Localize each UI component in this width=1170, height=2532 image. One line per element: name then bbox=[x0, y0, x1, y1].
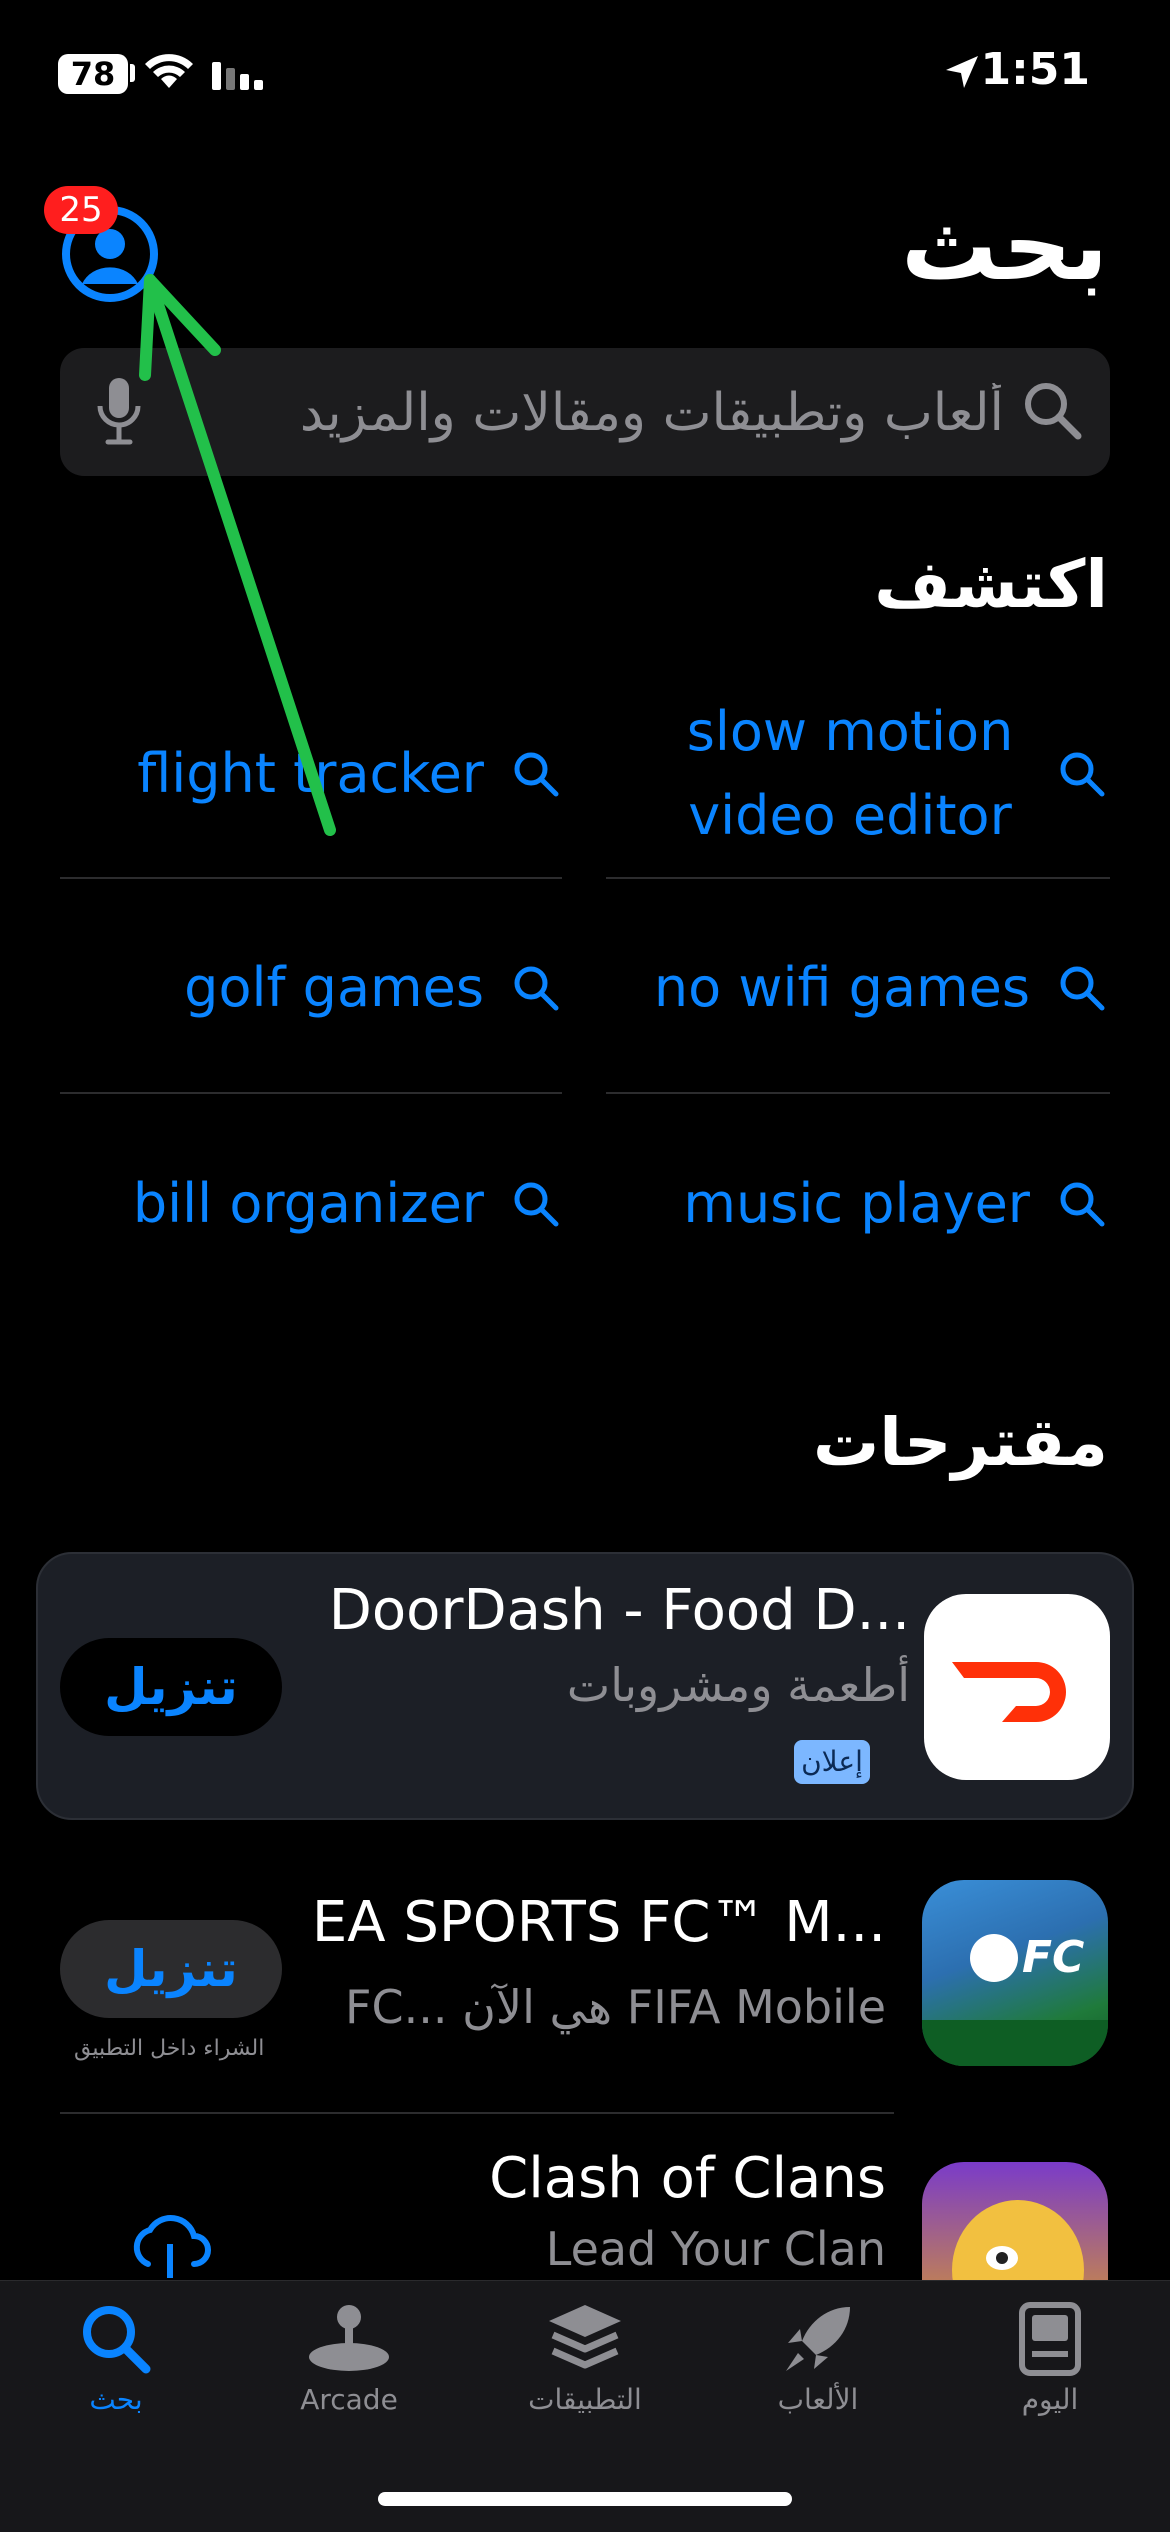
app-name: EA SPORTS FC™ M... bbox=[311, 1890, 886, 1955]
discover-heading: اكتشف bbox=[874, 546, 1108, 623]
search-icon bbox=[1060, 966, 1105, 1011]
battery-tip bbox=[130, 64, 135, 82]
tab-arcade[interactable]: Arcade bbox=[239, 2301, 459, 2416]
svg-text:FC: FC bbox=[1022, 1932, 1084, 1983]
tab-label: الألعاب bbox=[777, 2383, 859, 2416]
app-name: Clash of Clans bbox=[489, 2146, 886, 2211]
divider bbox=[60, 1092, 562, 1094]
divider bbox=[60, 2112, 894, 2114]
discover-item-bill-organizer[interactable]: bill organizer bbox=[60, 1162, 560, 1246]
location-arrow-icon bbox=[946, 56, 978, 88]
discover-item-label: bill organizer bbox=[132, 1172, 484, 1235]
app-store-search-screen: 78 1:51 بحث 25 ألعاب وتطبيقات ومقالات وا… bbox=[0, 0, 1170, 2532]
discover-item-label: no wifi games bbox=[653, 956, 1030, 1019]
search-bar[interactable] bbox=[60, 348, 1110, 476]
layers-icon bbox=[549, 2305, 621, 2369]
app-category: أطعمة ومشروبات bbox=[566, 1658, 910, 1712]
search-icon bbox=[514, 1182, 559, 1227]
search-icon bbox=[1060, 752, 1105, 797]
doordash-app-icon bbox=[924, 1594, 1110, 1780]
sponsored-app-card[interactable]: DoorDash - Food D... أطعمة ومشروبات إعلا… bbox=[36, 1552, 1134, 1820]
tab-today[interactable]: اليوم bbox=[940, 2301, 1160, 2416]
search-icon bbox=[1025, 383, 1082, 440]
suggestions-heading: مقترحات bbox=[812, 1404, 1108, 1481]
discover-item-slow-motion[interactable]: slow motion video editor bbox=[606, 694, 1106, 854]
app-subtitle: FC... هي الآن FIFA Mobile bbox=[345, 1980, 886, 2034]
microphone-icon[interactable] bbox=[96, 376, 142, 448]
tab-apps[interactable]: التطبيقات bbox=[475, 2301, 695, 2416]
ad-badge: إعلان bbox=[794, 1740, 870, 1784]
discover-item-music-player[interactable]: music player bbox=[606, 1162, 1106, 1246]
today-icon bbox=[1019, 2302, 1081, 2376]
get-button[interactable]: تنزيل bbox=[60, 1638, 282, 1736]
search-icon bbox=[514, 752, 559, 797]
joystick-icon bbox=[309, 2305, 389, 2371]
tab-label: Arcade bbox=[300, 2383, 398, 2416]
divider bbox=[606, 877, 1110, 879]
discover-item-label: flight tracker bbox=[137, 742, 484, 805]
cloud-download-icon[interactable] bbox=[124, 2210, 216, 2280]
status-bar: 78 1:51 bbox=[0, 0, 1170, 140]
tab-search[interactable]: بحث bbox=[6, 2301, 226, 2416]
ea-fc-logo-icon: FC bbox=[922, 1932, 1108, 2066]
battery-indicator: 78 bbox=[58, 54, 128, 94]
search-icon bbox=[1060, 1182, 1105, 1227]
discover-item-label: slow motion video editor bbox=[686, 700, 1014, 847]
wifi-icon bbox=[145, 54, 193, 88]
tab-label: التطبيقات bbox=[528, 2383, 642, 2416]
tab-label: بحث bbox=[89, 2383, 143, 2416]
search-input[interactable] bbox=[202, 372, 1006, 454]
divider bbox=[60, 877, 562, 879]
in-app-purchase-note: الشراء داخل التطبيق bbox=[74, 2036, 265, 2061]
app-subtitle: Lead Your Clan bbox=[545, 2222, 886, 2276]
page-title: بحث bbox=[901, 190, 1108, 302]
discover-item-flight-tracker[interactable]: flight tracker bbox=[60, 694, 560, 854]
doordash-logo-icon bbox=[952, 1662, 1066, 1722]
search-icon bbox=[83, 2306, 151, 2374]
discover-item-golf-games[interactable]: golf games bbox=[60, 946, 560, 1030]
status-time: 1:51 bbox=[980, 44, 1090, 95]
tab-games[interactable]: الألعاب bbox=[708, 2301, 928, 2416]
home-indicator bbox=[378, 2492, 792, 2506]
search-icon bbox=[514, 966, 559, 1011]
signal-icon bbox=[212, 62, 263, 90]
notification-badge: 25 bbox=[44, 186, 118, 234]
divider bbox=[606, 1092, 1110, 1094]
rocket-icon bbox=[786, 2307, 850, 2371]
app-name: DoorDash - Food D... bbox=[328, 1578, 910, 1643]
get-button[interactable]: تنزيل bbox=[60, 1920, 282, 2018]
discover-item-no-wifi-games[interactable]: no wifi games bbox=[606, 946, 1106, 1030]
ea-sports-fc-app-icon: FC bbox=[922, 1880, 1108, 2066]
tab-label: اليوم bbox=[1021, 2383, 1079, 2416]
discover-item-label: golf games bbox=[184, 956, 484, 1019]
discover-item-label: music player bbox=[683, 1172, 1030, 1235]
